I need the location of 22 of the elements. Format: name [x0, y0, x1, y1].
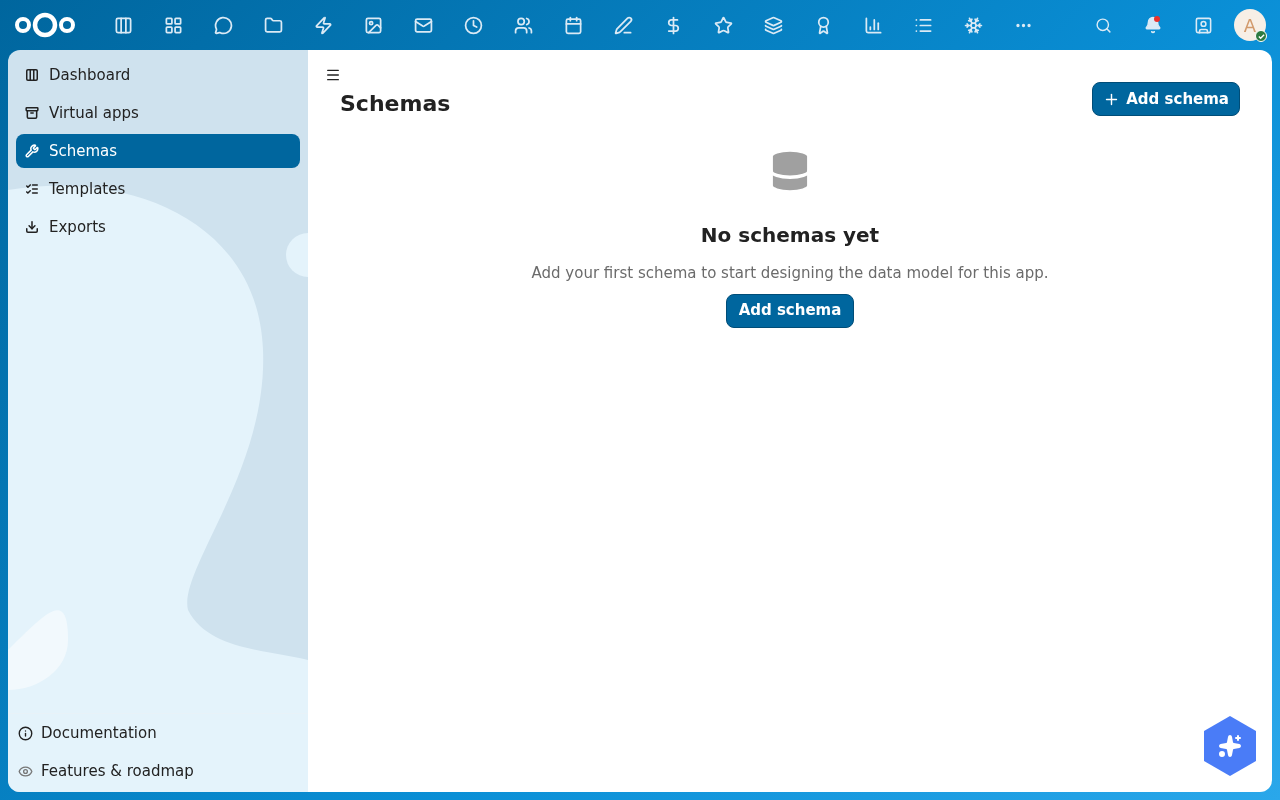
empty-state-title: No schemas yet	[700, 222, 880, 249]
archive-icon	[25, 106, 39, 120]
nav-item[interactable]: Virtual apps	[16, 96, 300, 130]
footer-link[interactable]: Documentation	[8, 714, 308, 752]
wrench-icon	[25, 144, 39, 158]
nav-item[interactable]: Dashboard	[16, 58, 300, 92]
info-icon	[18, 725, 33, 741]
sparkles-icon	[1218, 734, 1242, 758]
add-schema-button[interactable]: Add schema	[725, 293, 855, 328]
logo-icon[interactable]	[14, 12, 76, 38]
footer-link[interactable]: Features & roadmap	[8, 752, 308, 790]
nav-item[interactable]: Schemas	[16, 134, 300, 168]
eye-icon	[18, 763, 33, 779]
columns-icon	[25, 68, 39, 82]
empty-state-description: Add your first schema to start designing the data model for this app.	[531, 263, 1049, 284]
checklist-icon	[25, 182, 39, 196]
page-title: Schemas	[340, 90, 451, 118]
nav-item[interactable]: Exports	[16, 210, 300, 244]
nav-item[interactable]: Templates	[16, 172, 300, 206]
bell-icon[interactable]	[1144, 16, 1162, 34]
add-schema-button[interactable]: Add schema	[1092, 82, 1240, 116]
download-icon	[25, 220, 39, 234]
